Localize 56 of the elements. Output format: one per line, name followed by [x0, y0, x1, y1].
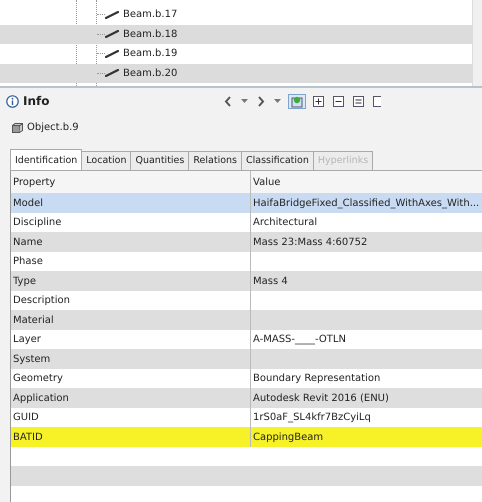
- table-row[interactable]: Material: [11, 310, 482, 330]
- property-cell-text: Application: [13, 392, 69, 406]
- value-cell-text: A-MASS-____-OTLN: [252, 333, 346, 347]
- tree-item[interactable]: Beam.b.19: [123, 46, 178, 62]
- property-cell-text: Phase: [13, 255, 43, 269]
- object-icon: [12, 122, 23, 132]
- dropdown-button[interactable]: [239, 98, 250, 104]
- list-button[interactable]: [351, 96, 366, 106]
- column-header: Value: [252, 176, 280, 190]
- table-row[interactable]: Name Mass 23:Mass 4:60752: [11, 232, 482, 252]
- column-header: Property: [13, 176, 56, 190]
- tree-item[interactable]: Beam.b.20: [123, 66, 178, 81]
- property-cell-text: GUID: [13, 411, 39, 425]
- table-row[interactable]: Application Autodesk Revit 2016 (ENU): [11, 388, 482, 408]
- property-cell-text: Material: [13, 314, 54, 328]
- collapse-button[interactable]: [331, 96, 346, 106]
- window-button[interactable]: [371, 96, 384, 106]
- expand-button[interactable]: [311, 96, 326, 106]
- property-cell-text: Discipline: [13, 216, 62, 230]
- table-row[interactable]: Model HaifaBridgeFixed_Classified_WithAxes_With...: [11, 193, 482, 213]
- beam-icon: [105, 10, 119, 19]
- sync-button[interactable]: [288, 94, 306, 108]
- property-cell-text: BATID: [13, 430, 43, 444]
- scrollbar[interactable]: [472, 0, 482, 86]
- tab[interactable]: Relations: [188, 151, 242, 170]
- property-cell-text: Model: [13, 196, 44, 210]
- value-cell-text: Architectural: [252, 216, 318, 230]
- object-name: Object.b.9: [27, 121, 79, 135]
- beam-icon: [105, 50, 119, 58]
- beam-icon: [105, 30, 119, 38]
- panel-title: Info: [23, 93, 50, 110]
- dropdown-button[interactable]: [272, 98, 284, 104]
- value-cell-text: CappingBeam: [252, 430, 324, 444]
- value-cell-text: Mass 23:Mass 4:60752: [252, 236, 368, 250]
- tab[interactable]: Identification: [10, 149, 82, 170]
- value-cell-text: Boundary Representation: [252, 372, 380, 386]
- property-cell-text: Description: [13, 294, 70, 308]
- table-row[interactable]: BATID CappingBeam: [11, 427, 482, 447]
- property-cell-text: Geometry: [13, 372, 63, 386]
- info-icon: [6, 94, 19, 108]
- property-cell-text: Layer: [13, 333, 41, 347]
- value-cell-text: Autodesk Revit 2016 (ENU): [252, 392, 389, 406]
- property-cell-text: Name: [13, 236, 43, 250]
- tab[interactable]: Classification: [241, 151, 314, 170]
- tree-item[interactable]: Beam.b.17: [123, 7, 178, 22]
- beam-icon: [105, 69, 119, 78]
- tree-item[interactable]: Beam.b.18: [123, 26, 178, 42]
- property-cell-text: System: [13, 352, 50, 366]
- value-cell-text: HaifaBridgeFixed_Classified_WithAxes_With...: [252, 196, 480, 210]
- tab[interactable]: Quantities: [130, 151, 190, 170]
- value-cell-text: Mass 4: [252, 274, 288, 288]
- property-cell-text: Type: [13, 274, 36, 288]
- tab[interactable]: Location: [81, 151, 132, 170]
- value-cell-text: 1rS0aF_SL4kfr7BzCyiLq: [252, 411, 371, 425]
- table-row[interactable]: System: [11, 349, 482, 369]
- table-row[interactable]: Type Mass 4: [11, 271, 482, 291]
